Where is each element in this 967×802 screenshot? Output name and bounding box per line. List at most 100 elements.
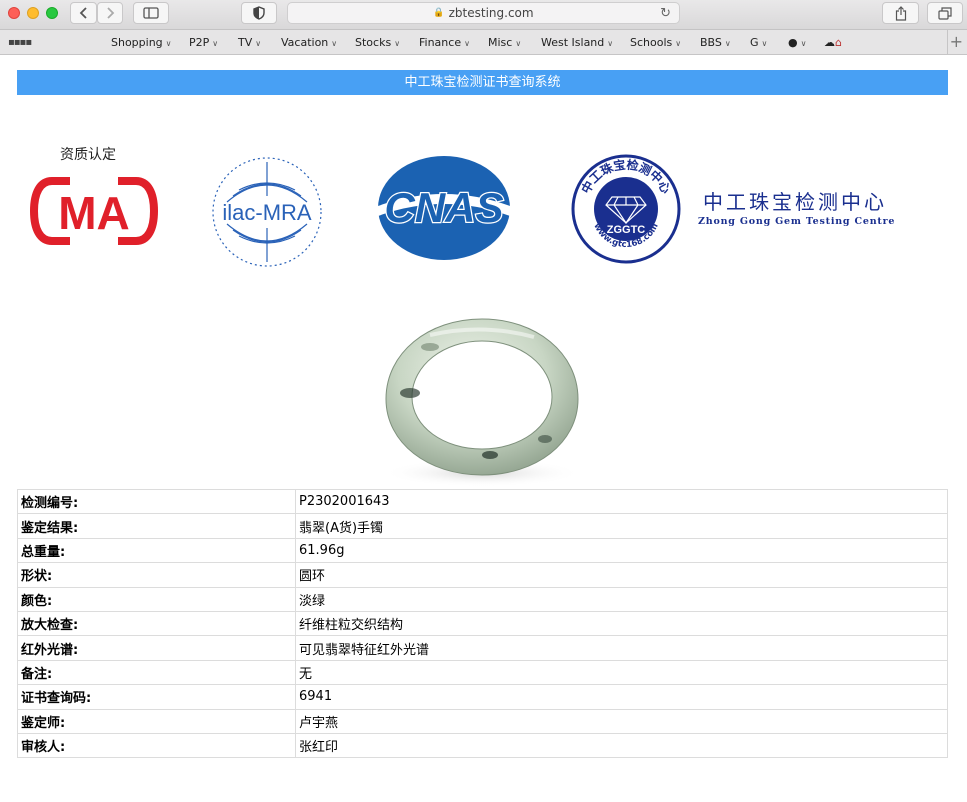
chevron-down-icon: ∨ xyxy=(331,39,338,48)
cma-logo: MA xyxy=(30,177,158,245)
row-value: 张红印 xyxy=(295,732,948,759)
bookmark-misc[interactable]: Misc ∨ xyxy=(488,36,521,49)
bookmark-label: Finance xyxy=(419,36,462,49)
bookmark-label: G xyxy=(750,36,759,49)
add-tab-icon[interactable]: + xyxy=(950,32,963,51)
certificate-info-table: 检测编号: P2302001643 鉴定结果: 翡翠(A货)手镯 总重量: 61.96… xyxy=(17,488,948,759)
zoom-window-button[interactable] xyxy=(46,7,58,19)
row-value: 可见翡翠特征红外光谱 xyxy=(295,635,948,661)
chevron-down-icon: ∨ xyxy=(800,39,807,48)
center-name-cn: 中工珠宝检测中心 xyxy=(703,190,887,214)
bookmark-apple[interactable]: ● ∨ xyxy=(788,36,806,49)
shield-icon xyxy=(253,6,265,20)
table-row: 审核人: 张红印 xyxy=(17,732,948,759)
row-label: 形状: xyxy=(17,562,296,588)
bookmark-g[interactable]: G ∨ xyxy=(750,36,767,49)
chevron-down-icon: ∨ xyxy=(464,39,470,48)
bookmark-label: Stocks xyxy=(355,36,392,49)
row-label: 鉴定师: xyxy=(17,708,296,734)
cma-text: MA xyxy=(58,187,130,239)
tabs-icon xyxy=(938,6,952,20)
chevron-down-icon: ∨ xyxy=(515,39,522,48)
back-button[interactable] xyxy=(70,2,97,24)
bookmark-shopping[interactable]: Shopping ∨ xyxy=(111,36,172,49)
table-row: 放大检查: 纤维柱粒交织结构 xyxy=(17,610,948,637)
row-value: 翡翠(A货)手镯 xyxy=(295,513,948,539)
table-row: 红外光谱: 可见翡翠特征红外光谱 xyxy=(17,635,948,661)
row-value: 淡绿 xyxy=(295,586,948,612)
row-label: 放大检查: xyxy=(17,610,296,637)
bookmark-finance[interactable]: Finance ∨ xyxy=(419,36,470,49)
bookmark-bbs[interactable]: BBS ∨ xyxy=(700,36,731,49)
table-row: 鉴定师: 卢宇燕 xyxy=(17,708,948,734)
forward-button[interactable] xyxy=(97,2,123,24)
row-label: 审核人: xyxy=(17,732,296,759)
bookmark-cloud-home[interactable]: ☁⌂ xyxy=(824,36,842,49)
bookmark-stocks[interactable]: Stocks ∨ xyxy=(355,36,400,49)
row-value: 6941 xyxy=(295,684,948,710)
cnas-logo: CNAS xyxy=(378,156,510,260)
bookmark-label: Schools xyxy=(630,36,673,49)
table-row: 备注: 无 xyxy=(17,659,948,686)
table-row: 证书查询码: 6941 xyxy=(17,684,948,710)
bookmark-label: P2P xyxy=(189,36,210,49)
bookmark-schools[interactable]: Schools ∨ xyxy=(630,36,681,49)
table-row: 颜色: 淡绿 xyxy=(17,586,948,612)
row-label: 备注: xyxy=(17,659,296,686)
close-window-button[interactable] xyxy=(8,7,20,19)
tabs-overview-button[interactable] xyxy=(927,2,963,24)
row-label: 证书查询码: xyxy=(17,684,296,710)
row-value: 无 xyxy=(295,659,948,686)
minimize-window-button[interactable] xyxy=(27,7,39,19)
privacy-shield-button[interactable] xyxy=(241,2,277,24)
table-row: 总重量: 61.96g xyxy=(17,537,948,564)
row-value: 卢宇燕 xyxy=(295,708,948,734)
bookmark-tv[interactable]: TV ∨ xyxy=(238,36,261,49)
row-label: 总重量: xyxy=(17,537,296,564)
zggtc-center-text: ZGGTC xyxy=(607,224,646,236)
row-label: 颜色: xyxy=(17,586,296,612)
cloud-icon: ☁ xyxy=(824,36,835,49)
bookmark-label: TV xyxy=(238,36,253,49)
address-bar[interactable]: 🔒 zbtesting.com ↻ xyxy=(287,2,680,24)
bookmark-p2p[interactable]: P2P ∨ xyxy=(189,36,218,49)
chevron-down-icon: ∨ xyxy=(255,39,262,48)
center-name-en: Zhong Gong Gem Testing Centre xyxy=(698,216,896,227)
bookmarks-bar: ▪▪▪▪ Shopping ∨ P2P ∨ TV ∨ Vacation ∨ Stocks… xyxy=(0,30,967,55)
sidebar-button[interactable] xyxy=(133,2,169,24)
cma-caption: 资质认定 xyxy=(60,147,116,163)
share-icon xyxy=(895,5,906,21)
bookmark-label: Misc xyxy=(488,36,513,49)
table-row: 检测编号: P2302001643 xyxy=(17,488,948,515)
chevron-down-icon: ∨ xyxy=(761,39,768,48)
bookmark-vacation[interactable]: Vacation ∨ xyxy=(281,36,337,49)
chevron-down-icon: ∨ xyxy=(675,39,682,48)
apple-icon: ● xyxy=(788,36,798,49)
sidebar-icon xyxy=(143,7,159,19)
jade-bangle-photo xyxy=(382,318,582,487)
ilac-mra-logo: ilac-MRA xyxy=(212,157,322,267)
address-text: zbtesting.com xyxy=(448,6,534,20)
chevron-left-icon xyxy=(79,7,87,19)
bookmark-label: BBS xyxy=(700,36,722,49)
cnas-text: CNAS xyxy=(384,184,503,231)
grid-icon[interactable]: ▪▪▪▪ xyxy=(8,37,32,48)
chevron-down-icon: ∨ xyxy=(394,39,401,48)
table-row: 鉴定结果: 翡翠(A货)手镯 xyxy=(17,513,948,539)
bookmark-label: West Island xyxy=(541,36,605,49)
bookmark-label: Shopping xyxy=(111,36,163,49)
reload-icon[interactable]: ↻ xyxy=(660,6,671,21)
bookmark-label: Vacation xyxy=(281,36,329,49)
row-value: 圆环 xyxy=(295,562,948,588)
zggtc-logo: 中工珠宝检测中心 www.gtc168.com ZGGTC xyxy=(571,154,681,264)
page-title-banner: 中工珠宝检测证书查询系统 xyxy=(17,70,948,95)
bookmark-west-island[interactable]: West Island ∨ xyxy=(541,36,613,49)
lock-icon: 🔒 xyxy=(433,8,445,18)
ilac-text: ilac-MRA xyxy=(222,200,312,225)
house-icon: ⌂ xyxy=(835,36,842,49)
row-value: P2302001643 xyxy=(295,488,948,515)
table-row: 形状: 圆环 xyxy=(17,562,948,588)
share-button[interactable] xyxy=(882,2,919,24)
row-value: 61.96g xyxy=(295,537,948,564)
chevron-down-icon: ∨ xyxy=(165,39,172,48)
